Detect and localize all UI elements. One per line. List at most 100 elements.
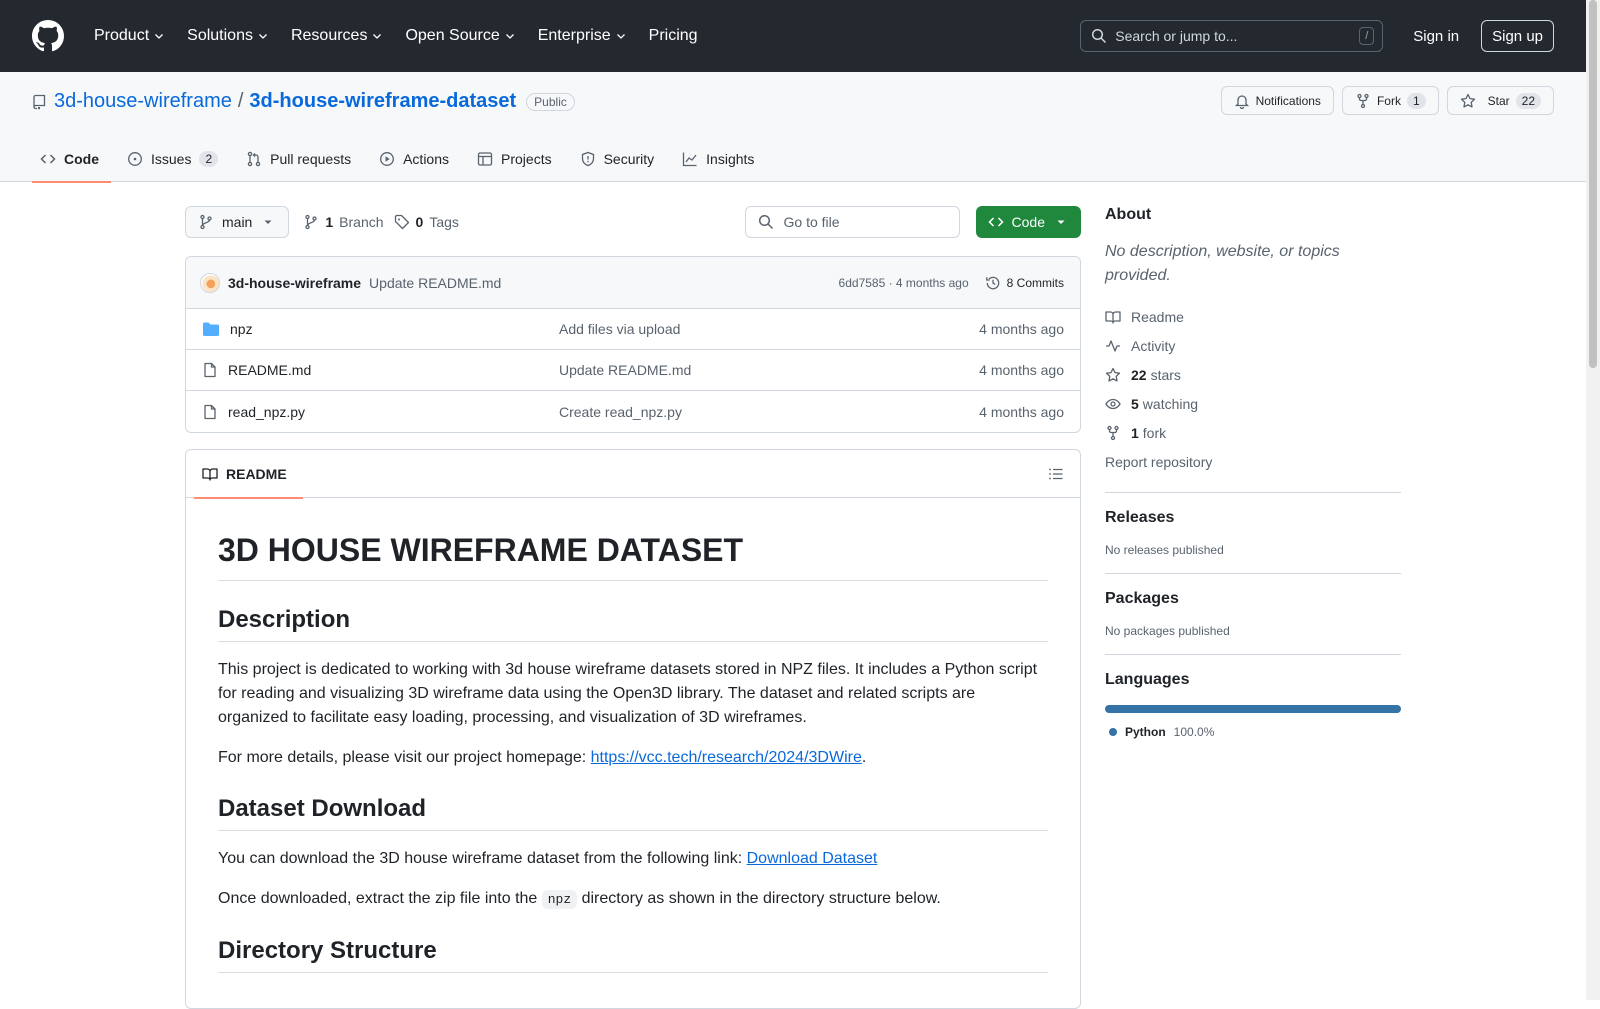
nav-product-label: Product	[94, 27, 150, 44]
fork-button[interactable]: Fork 1	[1341, 86, 1439, 115]
sign-up-button[interactable]: Sign up	[1481, 20, 1554, 52]
file-commit-link[interactable]: Create read_npz.py	[559, 404, 979, 420]
nav-solutions[interactable]: Solutions	[179, 21, 277, 51]
nav-product[interactable]: Product	[86, 21, 173, 51]
scrollbar-thumb[interactable]	[1589, 0, 1597, 368]
tab-projects[interactable]: Projects	[469, 136, 564, 182]
nav-open-source[interactable]: Open Source	[397, 21, 523, 51]
branch-bar: main 1 Branch 0 Tags Go to file Code	[185, 206, 1081, 238]
tab-security[interactable]: Security	[572, 136, 667, 182]
page-scrollbar[interactable]	[1586, 0, 1600, 1000]
code-dropdown-button[interactable]: Code	[975, 206, 1081, 238]
extract-suffix: directory as shown in the directory stru…	[577, 890, 941, 907]
table-of-contents-button[interactable]	[1048, 466, 1064, 482]
search-shortcut-key: /	[1359, 27, 1375, 45]
nav-resources[interactable]: Resources	[283, 21, 391, 51]
forks-link[interactable]: 1 fork	[1105, 418, 1401, 447]
nav-resources-label: Resources	[290, 27, 368, 44]
details-paragraph: For more details, please visit our proje…	[218, 746, 1048, 770]
commit-author-link[interactable]: 3d-house-wireframe	[228, 275, 361, 291]
tab-actions[interactable]: Actions	[371, 136, 461, 182]
branch-select-button[interactable]: main	[185, 206, 290, 238]
activity-link[interactable]: Activity	[1105, 331, 1401, 360]
readme-tab[interactable]: README	[194, 450, 303, 499]
github-logo-icon[interactable]	[32, 20, 64, 52]
readme-link-label: Readme	[1131, 308, 1184, 325]
latest-commit-row: 3d-house-wireframe Update README.md 6dd7…	[186, 257, 1080, 309]
repo-name-link[interactable]: 3d-house-wireframe-dataset	[249, 90, 516, 113]
main-column: main 1 Branch 0 Tags Go to file Code 3d-…	[185, 206, 1081, 1009]
book-icon	[202, 467, 218, 481]
tag-icon	[394, 214, 409, 230]
nav-enterprise[interactable]: Enterprise	[530, 21, 635, 51]
file-age: 4 months ago	[979, 362, 1064, 378]
commits-history-link[interactable]: 8 Commits	[985, 275, 1064, 291]
readme-title: 3D HOUSE WIREFRAME DATASET	[218, 530, 1048, 581]
releases-heading[interactable]: Releases	[1105, 509, 1401, 527]
go-to-file-input[interactable]: Go to file	[744, 206, 960, 238]
star-label: Star	[1487, 93, 1510, 108]
branches-link[interactable]: 1 Branch	[303, 214, 384, 230]
tab-code[interactable]: Code	[32, 136, 111, 183]
file-commit-link[interactable]: Add files via upload	[559, 321, 979, 337]
tags-link[interactable]: 0 Tags	[394, 214, 459, 230]
file-row[interactable]: npz Add files via upload 4 months ago	[186, 309, 1080, 350]
heading-dataset-download: Dataset Download	[218, 794, 1048, 831]
repo-icon	[33, 94, 46, 109]
bell-icon	[1234, 94, 1249, 109]
file-name-link[interactable]: read_npz.py	[228, 404, 305, 420]
language-item[interactable]: Python 100.0%	[1105, 725, 1401, 739]
download-dataset-link[interactable]: Download Dataset	[747, 850, 878, 867]
file-row[interactable]: README.md Update README.md 4 months ago	[186, 350, 1080, 391]
nav-pricing[interactable]: Pricing	[641, 21, 706, 51]
tab-pull-requests[interactable]: Pull requests	[238, 136, 363, 182]
tab-insights-label: Insights	[706, 151, 755, 167]
code-icon	[987, 217, 1004, 227]
tab-issues[interactable]: Issues 2	[119, 136, 230, 182]
play-circle-icon	[380, 152, 395, 166]
report-repository-link[interactable]: Report repository	[1105, 447, 1401, 476]
stars-word: stars	[1150, 366, 1181, 383]
readme-link[interactable]: Readme	[1105, 302, 1401, 331]
tab-actions-label: Actions	[403, 151, 450, 167]
language-name: Python	[1125, 725, 1166, 739]
repo-owner-link[interactable]: 3d-house-wireframe	[54, 90, 232, 113]
commit-message-link[interactable]: Update README.md	[369, 275, 501, 291]
global-search-input[interactable]: Search or jump to... /	[1080, 20, 1384, 52]
file-row[interactable]: read_npz.py Create read_npz.py 4 months …	[186, 391, 1080, 432]
commit-hash-age[interactable]: 6dd7585 · 4 months ago	[839, 276, 969, 290]
download-paragraph: You can download the 3D house wireframe …	[218, 847, 1048, 871]
star-button[interactable]: Star 22	[1446, 86, 1554, 115]
readme-content: 3D HOUSE WIREFRAME DATASET Description T…	[186, 530, 1080, 973]
file-age: 4 months ago	[979, 321, 1064, 337]
tab-security-label: Security	[603, 151, 655, 167]
file-name-cell: npz	[202, 321, 559, 337]
languages-heading: Languages	[1105, 671, 1190, 688]
file-browser: 3d-house-wireframe Update README.md 6dd7…	[185, 256, 1081, 433]
file-commit-link[interactable]: Update README.md	[559, 362, 979, 378]
file-name-link[interactable]: npz	[230, 321, 253, 337]
watching-link[interactable]: 5 watching	[1105, 389, 1401, 418]
stars-count: 22	[1131, 366, 1147, 383]
extract-text: Once downloaded, extract the zip file in…	[218, 890, 542, 907]
packages-heading[interactable]: Packages	[1105, 590, 1401, 608]
file-icon	[204, 362, 216, 378]
notifications-button[interactable]: Notifications	[1220, 86, 1334, 115]
code-button-label: Code	[1011, 214, 1045, 230]
chevron-down-icon	[259, 34, 267, 39]
tab-insights[interactable]: Insights	[674, 136, 766, 182]
repo-actions: Notifications Fork 1 Star 22	[1220, 86, 1554, 115]
folder-icon	[203, 322, 219, 336]
file-icon	[204, 404, 216, 419]
tab-projects-label: Projects	[501, 151, 552, 167]
history-icon	[985, 276, 999, 289]
activity-link-label: Activity	[1131, 337, 1176, 354]
sign-in-link[interactable]: Sign in	[1413, 28, 1459, 45]
file-name-link[interactable]: README.md	[228, 362, 311, 378]
homepage-link[interactable]: https://vcc.tech/research/2024/3DWire	[591, 749, 862, 766]
search-placeholder: Search or jump to...	[1115, 28, 1238, 44]
stars-link[interactable]: 22 stars	[1105, 360, 1401, 389]
header-right: Search or jump to... / Sign in Sign up	[1080, 20, 1554, 52]
avatar[interactable]	[200, 272, 220, 293]
breadcrumb-separator: /	[237, 90, 244, 112]
